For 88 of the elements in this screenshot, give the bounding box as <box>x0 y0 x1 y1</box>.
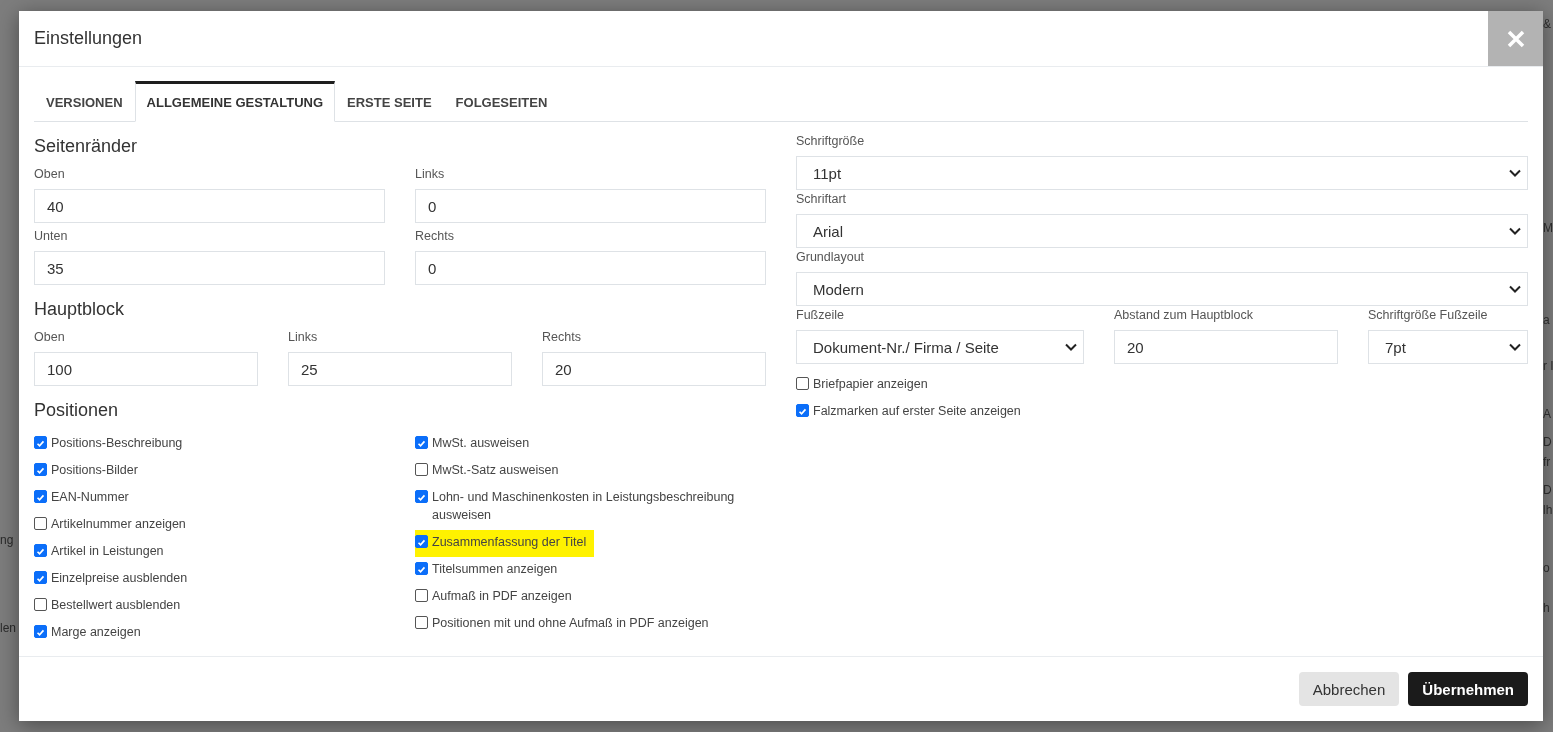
select-field[interactable]: Arial <box>796 214 1528 248</box>
checkbox-label: Aufmaß in PDF anzeigen <box>432 588 572 605</box>
checkbox-label: Positionen mit und ohne Aufmaß in PDF anzeigen <box>432 615 709 632</box>
chevron-icon <box>1509 227 1521 235</box>
checkbox[interactable] <box>796 377 809 390</box>
field-label: Links <box>288 330 319 346</box>
input-field[interactable]: 20 <box>542 352 766 386</box>
field-label: Links <box>415 167 446 183</box>
checkbox[interactable] <box>415 616 428 629</box>
checkbox-label: Positions-Bilder <box>51 462 138 479</box>
checkbox-label: Falzmarken auf erster Seite anzeigen <box>813 403 1021 420</box>
field-label: Schriftgröße <box>796 134 866 150</box>
checkbox[interactable] <box>415 490 428 503</box>
chevron-icon <box>1509 343 1521 351</box>
cancel-button[interactable]: Abbrechen <box>1298 672 1400 706</box>
checkbox[interactable] <box>415 463 428 476</box>
checkbox-label: Einzelpreise ausblenden <box>51 570 188 587</box>
tab[interactable]: ALLGEMEINE GESTALTUNG <box>134 81 336 122</box>
background-text: M <box>1543 220 1553 236</box>
background-text: lh <box>1543 502 1553 518</box>
checkbox[interactable] <box>34 571 47 584</box>
checkbox-label: Marge anzeigen <box>51 624 141 641</box>
apply-button[interactable]: Übernehmen <box>1408 672 1528 706</box>
checkbox-label: Lohn- und Maschinenkosten in Leistungsbeschreibung ausweisen <box>432 489 736 524</box>
tab[interactable]: VERSIONEN <box>34 81 135 122</box>
field-label: Oben <box>34 330 66 346</box>
section-heading: Hauptblock <box>34 299 126 320</box>
field-label: Schriftart <box>796 192 847 208</box>
background-text: fr <box>1543 454 1552 470</box>
background-text: h <box>1543 600 1551 616</box>
checkbox[interactable] <box>34 490 47 503</box>
field-label: Abstand zum Hauptblock <box>1114 308 1254 324</box>
checkbox[interactable] <box>34 517 47 530</box>
background-text: & <box>1543 16 1552 32</box>
input-field[interactable]: 40 <box>34 189 385 223</box>
field-label: Unten <box>34 229 69 245</box>
checkbox[interactable] <box>415 589 428 602</box>
input-field[interactable]: 25 <box>288 352 512 386</box>
field-label: Fußzeile <box>796 308 845 324</box>
section-heading: Seitenränder <box>34 136 139 157</box>
background-text: D <box>1543 434 1553 450</box>
checkbox[interactable] <box>34 463 47 476</box>
checkbox[interactable] <box>415 562 428 575</box>
checkbox-label: Zusammenfassung der Titel <box>432 534 587 551</box>
checkbox[interactable] <box>34 436 47 449</box>
input-field[interactable]: 35 <box>34 251 385 285</box>
background-text: D <box>1543 482 1553 498</box>
field-label: Oben <box>34 167 66 183</box>
chevron-icon <box>1509 285 1521 293</box>
field-label: Grundlayout <box>796 250 866 266</box>
checkbox[interactable] <box>415 436 428 449</box>
checkbox[interactable] <box>34 598 47 611</box>
tab[interactable]: FOLGESEITEN <box>443 81 560 122</box>
checkbox[interactable] <box>34 625 47 638</box>
background-text: len <box>0 620 17 636</box>
checkbox-label: Titelsummen anzeigen <box>432 561 558 578</box>
checkbox-label: EAN-Nummer <box>51 489 129 506</box>
background-text: a <box>1543 312 1551 328</box>
checkbox-label: MwSt. ausweisen <box>432 435 530 452</box>
input-field[interactable]: 0 <box>415 251 766 285</box>
checkbox[interactable] <box>796 404 809 417</box>
field-label: Rechts <box>415 229 455 245</box>
input-field[interactable]: 0 <box>415 189 766 223</box>
checkbox[interactable] <box>34 544 47 557</box>
checkbox-label: Artikel in Leistungen <box>51 543 164 560</box>
input-field[interactable]: 100 <box>34 352 258 386</box>
chevron-icon <box>1065 343 1077 351</box>
checkbox-label: Briefpapier anzeigen <box>813 376 928 393</box>
checkbox-label: Positions-Beschreibung <box>51 435 183 452</box>
dialog-title: Einstellungen <box>34 28 143 49</box>
input-field[interactable]: 20 <box>1114 330 1338 364</box>
field-label: Rechts <box>542 330 582 346</box>
tab[interactable]: ERSTE SEITE <box>335 81 444 122</box>
field-label: Schriftgröße Fußzeile <box>1368 308 1489 324</box>
chevron-icon <box>1509 169 1521 177</box>
background-text: o <box>1543 560 1551 576</box>
close-icon <box>1506 29 1525 48</box>
select-field[interactable]: Modern <box>796 272 1528 306</box>
select-field[interactable]: 11pt <box>796 156 1528 190</box>
checkbox-label: Bestellwert ausblenden <box>51 597 181 614</box>
select-field[interactable]: 7pt <box>1368 330 1528 364</box>
checkbox-label: MwSt.-Satz ausweisen <box>432 462 559 479</box>
background-text: A <box>1543 406 1552 422</box>
select-field[interactable]: Dokument-Nr./ Firma / Seite <box>796 330 1084 364</box>
background-text: ng <box>0 532 15 548</box>
checkbox-label: Artikelnummer anzeigen <box>51 516 186 533</box>
checkbox[interactable] <box>415 535 428 548</box>
section-heading: Positionen <box>34 400 120 421</box>
